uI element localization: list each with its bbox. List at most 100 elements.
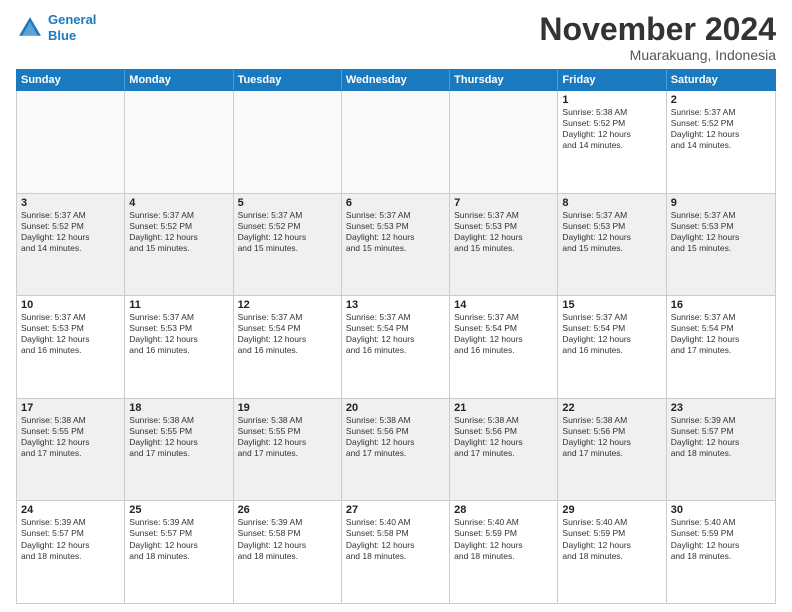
calendar-cell: 27Sunrise: 5:40 AMSunset: 5:58 PMDayligh…: [342, 501, 450, 603]
day-number: 13: [346, 299, 445, 311]
day-info: Sunrise: 5:37 AMSunset: 5:52 PMDaylight:…: [238, 210, 337, 254]
weekday-header: Wednesday: [342, 70, 450, 90]
day-number: 11: [129, 299, 228, 311]
calendar-cell: 28Sunrise: 5:40 AMSunset: 5:59 PMDayligh…: [450, 501, 558, 603]
page: General Blue November 2024 Muarakuang, I…: [0, 0, 792, 612]
day-number: 17: [21, 402, 120, 414]
calendar-cell: 9Sunrise: 5:37 AMSunset: 5:53 PMDaylight…: [667, 194, 775, 296]
calendar-cell: 29Sunrise: 5:40 AMSunset: 5:59 PMDayligh…: [558, 501, 666, 603]
calendar: SundayMondayTuesdayWednesdayThursdayFrid…: [0, 69, 792, 612]
weekday-header: Tuesday: [234, 70, 342, 90]
day-info: Sunrise: 5:38 AMSunset: 5:52 PMDaylight:…: [562, 107, 661, 151]
logo-text: General Blue: [48, 12, 96, 43]
day-info: Sunrise: 5:38 AMSunset: 5:56 PMDaylight:…: [454, 415, 553, 459]
day-number: 22: [562, 402, 661, 414]
day-number: 15: [562, 299, 661, 311]
calendar-cell: 21Sunrise: 5:38 AMSunset: 5:56 PMDayligh…: [450, 399, 558, 501]
day-number: 10: [21, 299, 120, 311]
weekday-header: Saturday: [667, 70, 775, 90]
calendar-cell: 11Sunrise: 5:37 AMSunset: 5:53 PMDayligh…: [125, 296, 233, 398]
calendar-cell: 25Sunrise: 5:39 AMSunset: 5:57 PMDayligh…: [125, 501, 233, 603]
calendar-cell: 17Sunrise: 5:38 AMSunset: 5:55 PMDayligh…: [17, 399, 125, 501]
header: General Blue November 2024 Muarakuang, I…: [0, 0, 792, 69]
day-number: 6: [346, 197, 445, 209]
logo-line2: Blue: [48, 28, 76, 43]
calendar-row: 1Sunrise: 5:38 AMSunset: 5:52 PMDaylight…: [17, 91, 775, 194]
day-number: 23: [671, 402, 771, 414]
day-info: Sunrise: 5:38 AMSunset: 5:55 PMDaylight:…: [21, 415, 120, 459]
calendar-cell: 5Sunrise: 5:37 AMSunset: 5:52 PMDaylight…: [234, 194, 342, 296]
day-info: Sunrise: 5:37 AMSunset: 5:54 PMDaylight:…: [671, 312, 771, 356]
day-number: 20: [346, 402, 445, 414]
day-number: 18: [129, 402, 228, 414]
calendar-cell: 4Sunrise: 5:37 AMSunset: 5:52 PMDaylight…: [125, 194, 233, 296]
calendar-cell: 14Sunrise: 5:37 AMSunset: 5:54 PMDayligh…: [450, 296, 558, 398]
calendar-cell: 19Sunrise: 5:38 AMSunset: 5:55 PMDayligh…: [234, 399, 342, 501]
day-info: Sunrise: 5:37 AMSunset: 5:52 PMDaylight:…: [21, 210, 120, 254]
day-info: Sunrise: 5:39 AMSunset: 5:57 PMDaylight:…: [671, 415, 771, 459]
calendar-cell: 30Sunrise: 5:40 AMSunset: 5:59 PMDayligh…: [667, 501, 775, 603]
day-number: 8: [562, 197, 661, 209]
day-number: 4: [129, 197, 228, 209]
calendar-cell: [234, 91, 342, 193]
calendar-cell: 2Sunrise: 5:37 AMSunset: 5:52 PMDaylight…: [667, 91, 775, 193]
calendar-cell: 8Sunrise: 5:37 AMSunset: 5:53 PMDaylight…: [558, 194, 666, 296]
calendar-row: 17Sunrise: 5:38 AMSunset: 5:55 PMDayligh…: [17, 399, 775, 502]
day-info: Sunrise: 5:40 AMSunset: 5:59 PMDaylight:…: [671, 517, 771, 561]
calendar-cell: [17, 91, 125, 193]
calendar-cell: 24Sunrise: 5:39 AMSunset: 5:57 PMDayligh…: [17, 501, 125, 603]
calendar-cell: 18Sunrise: 5:38 AMSunset: 5:55 PMDayligh…: [125, 399, 233, 501]
calendar-cell: 26Sunrise: 5:39 AMSunset: 5:58 PMDayligh…: [234, 501, 342, 603]
calendar-cell: [342, 91, 450, 193]
day-info: Sunrise: 5:40 AMSunset: 5:58 PMDaylight:…: [346, 517, 445, 561]
day-number: 2: [671, 94, 771, 106]
logo: General Blue: [16, 12, 96, 43]
calendar-cell: 23Sunrise: 5:39 AMSunset: 5:57 PMDayligh…: [667, 399, 775, 501]
day-number: 21: [454, 402, 553, 414]
day-number: 25: [129, 504, 228, 516]
weekday-header: Sunday: [17, 70, 125, 90]
calendar-cell: [125, 91, 233, 193]
day-number: 14: [454, 299, 553, 311]
calendar-cell: 22Sunrise: 5:38 AMSunset: 5:56 PMDayligh…: [558, 399, 666, 501]
calendar-body: 1Sunrise: 5:38 AMSunset: 5:52 PMDaylight…: [16, 91, 776, 604]
day-info: Sunrise: 5:37 AMSunset: 5:53 PMDaylight:…: [129, 312, 228, 356]
day-number: 16: [671, 299, 771, 311]
day-info: Sunrise: 5:37 AMSunset: 5:53 PMDaylight:…: [671, 210, 771, 254]
title-block: November 2024 Muarakuang, Indonesia: [539, 12, 776, 63]
day-number: 19: [238, 402, 337, 414]
day-number: 7: [454, 197, 553, 209]
logo-icon: [16, 14, 44, 42]
calendar-cell: 7Sunrise: 5:37 AMSunset: 5:53 PMDaylight…: [450, 194, 558, 296]
weekday-header: Monday: [125, 70, 233, 90]
day-info: Sunrise: 5:40 AMSunset: 5:59 PMDaylight:…: [562, 517, 661, 561]
day-info: Sunrise: 5:38 AMSunset: 5:56 PMDaylight:…: [562, 415, 661, 459]
calendar-cell: 12Sunrise: 5:37 AMSunset: 5:54 PMDayligh…: [234, 296, 342, 398]
day-info: Sunrise: 5:37 AMSunset: 5:53 PMDaylight:…: [454, 210, 553, 254]
weekday-header: Thursday: [450, 70, 558, 90]
calendar-row: 3Sunrise: 5:37 AMSunset: 5:52 PMDaylight…: [17, 194, 775, 297]
day-info: Sunrise: 5:37 AMSunset: 5:54 PMDaylight:…: [238, 312, 337, 356]
day-info: Sunrise: 5:37 AMSunset: 5:54 PMDaylight:…: [346, 312, 445, 356]
day-info: Sunrise: 5:39 AMSunset: 5:58 PMDaylight:…: [238, 517, 337, 561]
calendar-cell: 16Sunrise: 5:37 AMSunset: 5:54 PMDayligh…: [667, 296, 775, 398]
weekday-header: Friday: [558, 70, 666, 90]
month-title: November 2024: [539, 12, 776, 47]
day-info: Sunrise: 5:37 AMSunset: 5:53 PMDaylight:…: [346, 210, 445, 254]
day-number: 27: [346, 504, 445, 516]
day-number: 26: [238, 504, 337, 516]
day-number: 28: [454, 504, 553, 516]
calendar-cell: 15Sunrise: 5:37 AMSunset: 5:54 PMDayligh…: [558, 296, 666, 398]
day-info: Sunrise: 5:40 AMSunset: 5:59 PMDaylight:…: [454, 517, 553, 561]
calendar-cell: 3Sunrise: 5:37 AMSunset: 5:52 PMDaylight…: [17, 194, 125, 296]
logo-line1: General: [48, 12, 96, 27]
day-info: Sunrise: 5:37 AMSunset: 5:52 PMDaylight:…: [129, 210, 228, 254]
day-number: 12: [238, 299, 337, 311]
day-number: 5: [238, 197, 337, 209]
day-info: Sunrise: 5:37 AMSunset: 5:53 PMDaylight:…: [562, 210, 661, 254]
day-number: 9: [671, 197, 771, 209]
day-info: Sunrise: 5:38 AMSunset: 5:56 PMDaylight:…: [346, 415, 445, 459]
calendar-cell: 20Sunrise: 5:38 AMSunset: 5:56 PMDayligh…: [342, 399, 450, 501]
day-info: Sunrise: 5:38 AMSunset: 5:55 PMDaylight:…: [129, 415, 228, 459]
calendar-row: 10 Sunrise: 5:37 AMSunset: 5:53 PMDayligh…: [17, 296, 775, 399]
